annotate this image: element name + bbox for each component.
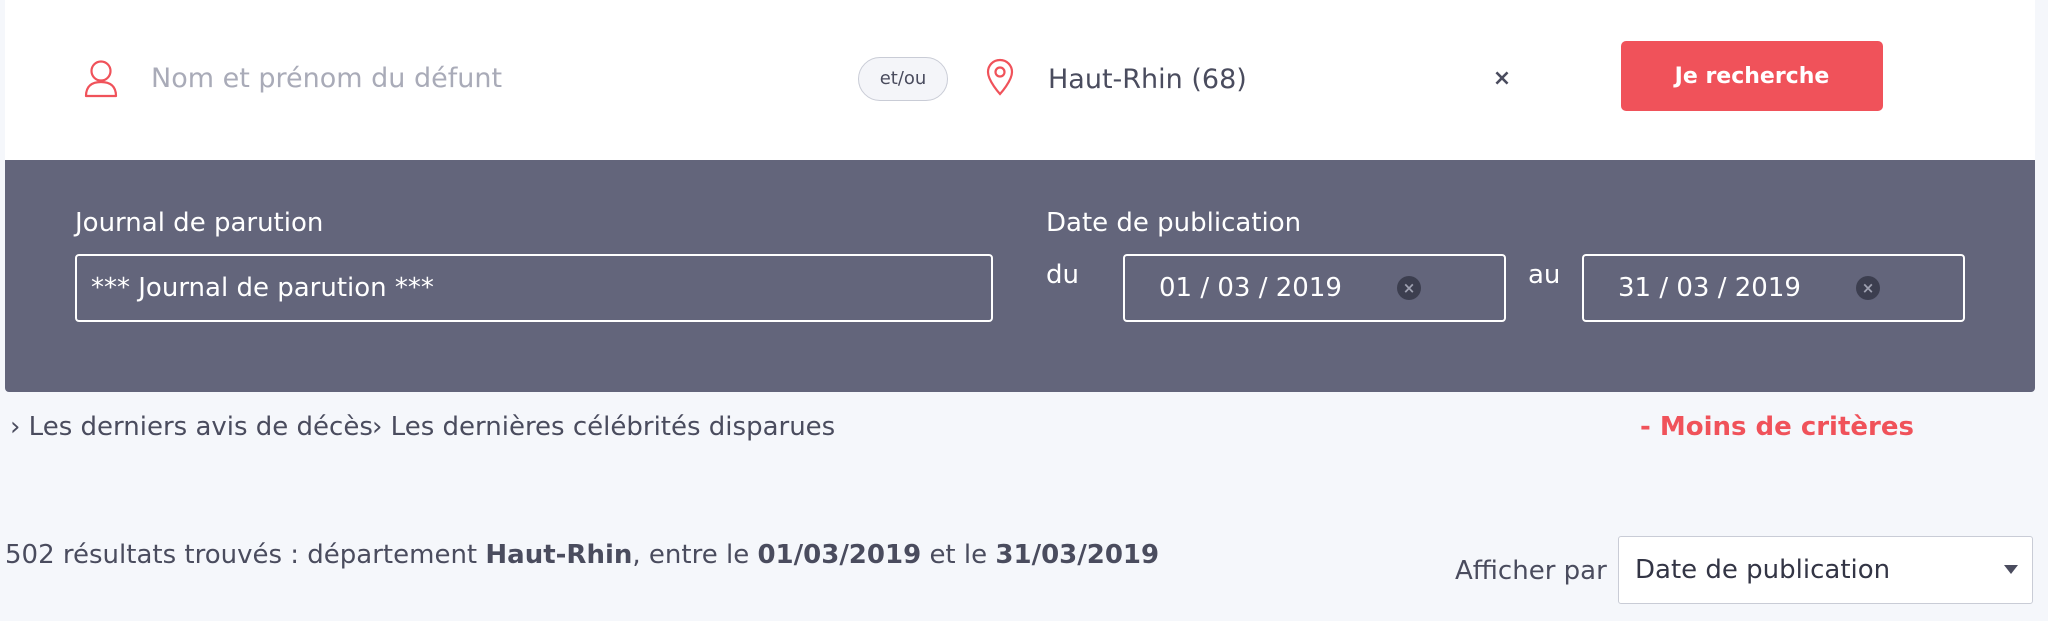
from-date-field[interactable]: 01 / 03 / 2019 × xyxy=(1123,254,1506,322)
publication-date-label: Date de publication xyxy=(1046,208,1302,238)
to-label: au xyxy=(1528,260,1561,290)
person-icon xyxy=(83,58,119,98)
map-pin-icon xyxy=(986,58,1014,96)
to-date-value: 31 / 03 / 2019 xyxy=(1618,273,1801,303)
deceased-name-input[interactable] xyxy=(151,54,791,102)
chevron-right-icon: › xyxy=(372,412,383,442)
sort-select[interactable]: Date de publication xyxy=(1618,536,2033,604)
sort-label: Afficher par xyxy=(1455,556,1607,586)
journal-select-value: *** Journal de parution *** xyxy=(91,273,434,303)
chevron-right-icon: › xyxy=(10,412,21,442)
search-bar: et/ou Haut-Rhin (68) × Je recherche xyxy=(5,0,2035,160)
results-department: Haut-Rhin xyxy=(485,540,633,570)
clear-to-date-icon[interactable]: × xyxy=(1856,276,1880,300)
to-date-field[interactable]: 31 / 03 / 2019 × xyxy=(1582,254,1965,322)
from-date-value: 01 / 03 / 2019 xyxy=(1159,273,1342,303)
latest-celebrities-link[interactable]: › Les dernières célébrités disparues xyxy=(372,412,835,442)
clear-from-date-icon[interactable]: × xyxy=(1397,276,1421,300)
from-label: du xyxy=(1046,260,1079,290)
results-summary: 502 résultats trouvés : département Haut… xyxy=(5,540,1159,570)
latest-notices-link[interactable]: › Les derniers avis de décès xyxy=(10,412,373,442)
and-or-toggle[interactable]: et/ou xyxy=(858,57,948,101)
results-end-date: 31/03/2019 xyxy=(995,540,1160,570)
latest-notices-label: Les derniers avis de décès xyxy=(28,412,373,442)
chevron-down-icon xyxy=(2004,565,2018,574)
results-between-text: , entre le xyxy=(632,540,750,570)
search-button[interactable]: Je recherche xyxy=(1621,41,1883,111)
location-input[interactable]: Haut-Rhin (68) xyxy=(1048,60,1247,100)
journal-label: Journal de parution xyxy=(75,208,324,238)
results-start-date: 01/03/2019 xyxy=(757,540,922,570)
results-and-text: et le xyxy=(929,540,988,570)
clear-location-button[interactable]: × xyxy=(1487,64,1517,94)
journal-select[interactable]: *** Journal de parution *** xyxy=(75,254,993,322)
latest-celebrities-label: Les dernières célébrités disparues xyxy=(390,412,836,442)
results-count-text: 502 résultats trouvés : département xyxy=(5,540,478,570)
sort-select-value: Date de publication xyxy=(1635,555,1891,585)
advanced-criteria-panel: Journal de parution *** Journal de parut… xyxy=(5,160,2035,392)
less-criteria-link[interactable]: - Moins de critères xyxy=(1640,412,1914,442)
